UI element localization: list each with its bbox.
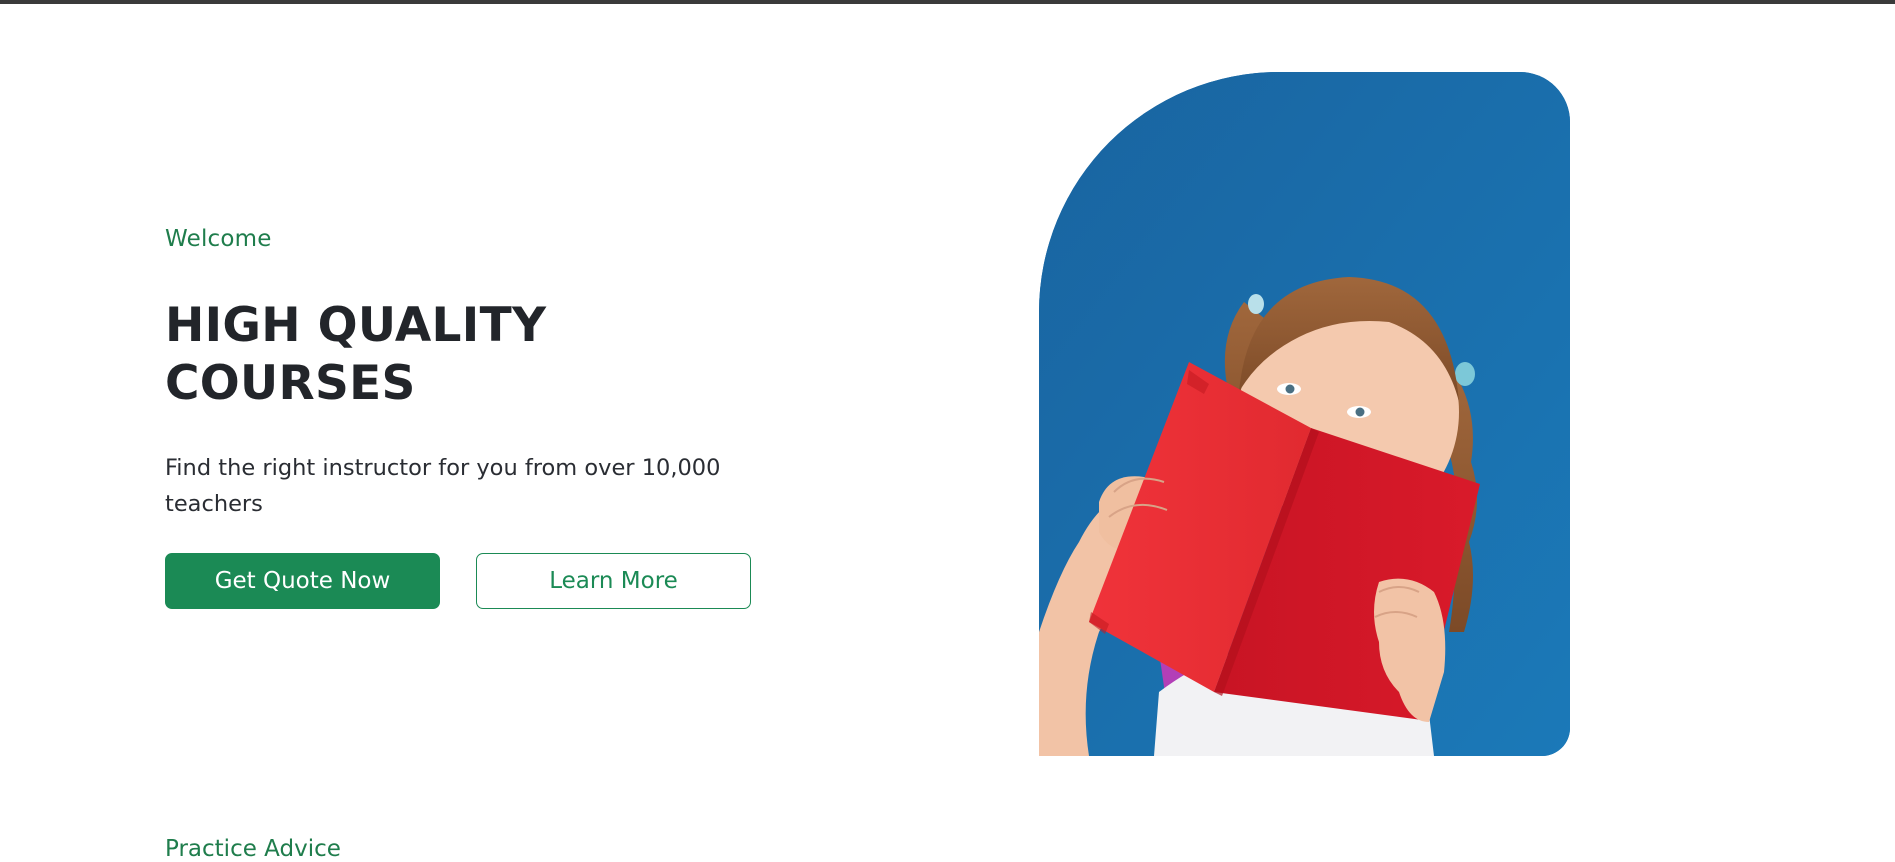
- hero-photo: [1039, 72, 1570, 756]
- girl-reading-red-book-illustration: [1039, 72, 1570, 756]
- hero-headline-line-2: COURSES: [165, 356, 416, 411]
- learn-more-button[interactable]: Learn More: [476, 553, 751, 609]
- hero-eyebrow: Welcome: [165, 226, 272, 252]
- hero-subtext: Find the right instructor for you from o…: [165, 455, 721, 517]
- hero-section: Welcome HIGH QUALITY COURSES Find the ri…: [0, 4, 1895, 851]
- next-section-label: Practice Advice: [165, 836, 341, 862]
- hero-headline: HIGH QUALITY COURSES: [165, 297, 685, 413]
- get-quote-button[interactable]: Get Quote Now: [165, 553, 440, 609]
- hero-headline-line-1: HIGH QUALITY: [165, 298, 547, 353]
